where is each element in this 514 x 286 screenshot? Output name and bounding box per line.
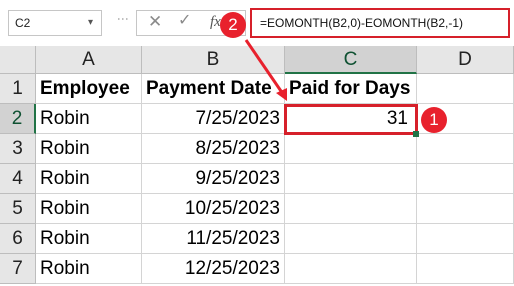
cell-b4[interactable]: 9/25/2023: [142, 164, 285, 194]
fill-handle[interactable]: [413, 131, 419, 137]
selected-cell-highlight: [284, 104, 418, 135]
more-icon[interactable]: ⋮: [116, 13, 130, 24]
cell-d4[interactable]: [417, 164, 514, 194]
formula-input[interactable]: =EOMONTH(B2,0)-EOMONTH(B2,-1): [250, 8, 510, 38]
cell-b7[interactable]: 12/25/2023: [142, 254, 285, 284]
chevron-down-icon[interactable]: ▾: [88, 10, 93, 36]
cancel-icon[interactable]: ✕: [148, 12, 162, 32]
cell-d5[interactable]: [417, 194, 514, 224]
column-header-c[interactable]: C: [285, 46, 417, 74]
column-header-d[interactable]: D: [417, 46, 514, 74]
select-all-corner[interactable]: [0, 46, 36, 74]
row-header-4[interactable]: 4: [0, 164, 36, 194]
cell-b3[interactable]: 8/25/2023: [142, 134, 285, 164]
cell-c6[interactable]: [285, 224, 417, 254]
row-header-6[interactable]: 6: [0, 224, 36, 254]
row-header-1[interactable]: 1: [0, 74, 36, 104]
cell-c7[interactable]: [285, 254, 417, 284]
cell-c5[interactable]: [285, 194, 417, 224]
column-header-a[interactable]: A: [36, 46, 142, 74]
cell-a4[interactable]: Robin: [36, 164, 142, 194]
step-badge-2: 2: [220, 12, 246, 38]
cell-b1[interactable]: Payment Date: [142, 74, 285, 104]
row-header-3[interactable]: 3: [0, 134, 36, 164]
cell-d3[interactable]: [417, 134, 514, 164]
cell-a3[interactable]: Robin: [36, 134, 142, 164]
cell-c1[interactable]: Paid for Days: [285, 74, 417, 104]
row-header-2[interactable]: 2: [0, 104, 36, 134]
cell-b2[interactable]: 7/25/2023: [142, 104, 285, 134]
cell-d6[interactable]: [417, 224, 514, 254]
cell-a6[interactable]: Robin: [36, 224, 142, 254]
row-header-7[interactable]: 7: [0, 254, 36, 284]
step-badge-1: 1: [421, 107, 447, 133]
cell-a2[interactable]: Robin: [36, 104, 142, 134]
row-header-5[interactable]: 5: [0, 194, 36, 224]
cell-d7[interactable]: [417, 254, 514, 284]
cell-a5[interactable]: Robin: [36, 194, 142, 224]
cell-d1[interactable]: [417, 74, 514, 104]
check-icon[interactable]: ✓: [178, 11, 191, 31]
cell-c3[interactable]: [285, 134, 417, 164]
column-header-b[interactable]: B: [142, 46, 285, 74]
cell-b6[interactable]: 11/25/2023: [142, 224, 285, 254]
cell-a1[interactable]: Employee: [36, 74, 142, 104]
cell-c4[interactable]: [285, 164, 417, 194]
cell-b5[interactable]: 10/25/2023: [142, 194, 285, 224]
cell-a7[interactable]: Robin: [36, 254, 142, 284]
